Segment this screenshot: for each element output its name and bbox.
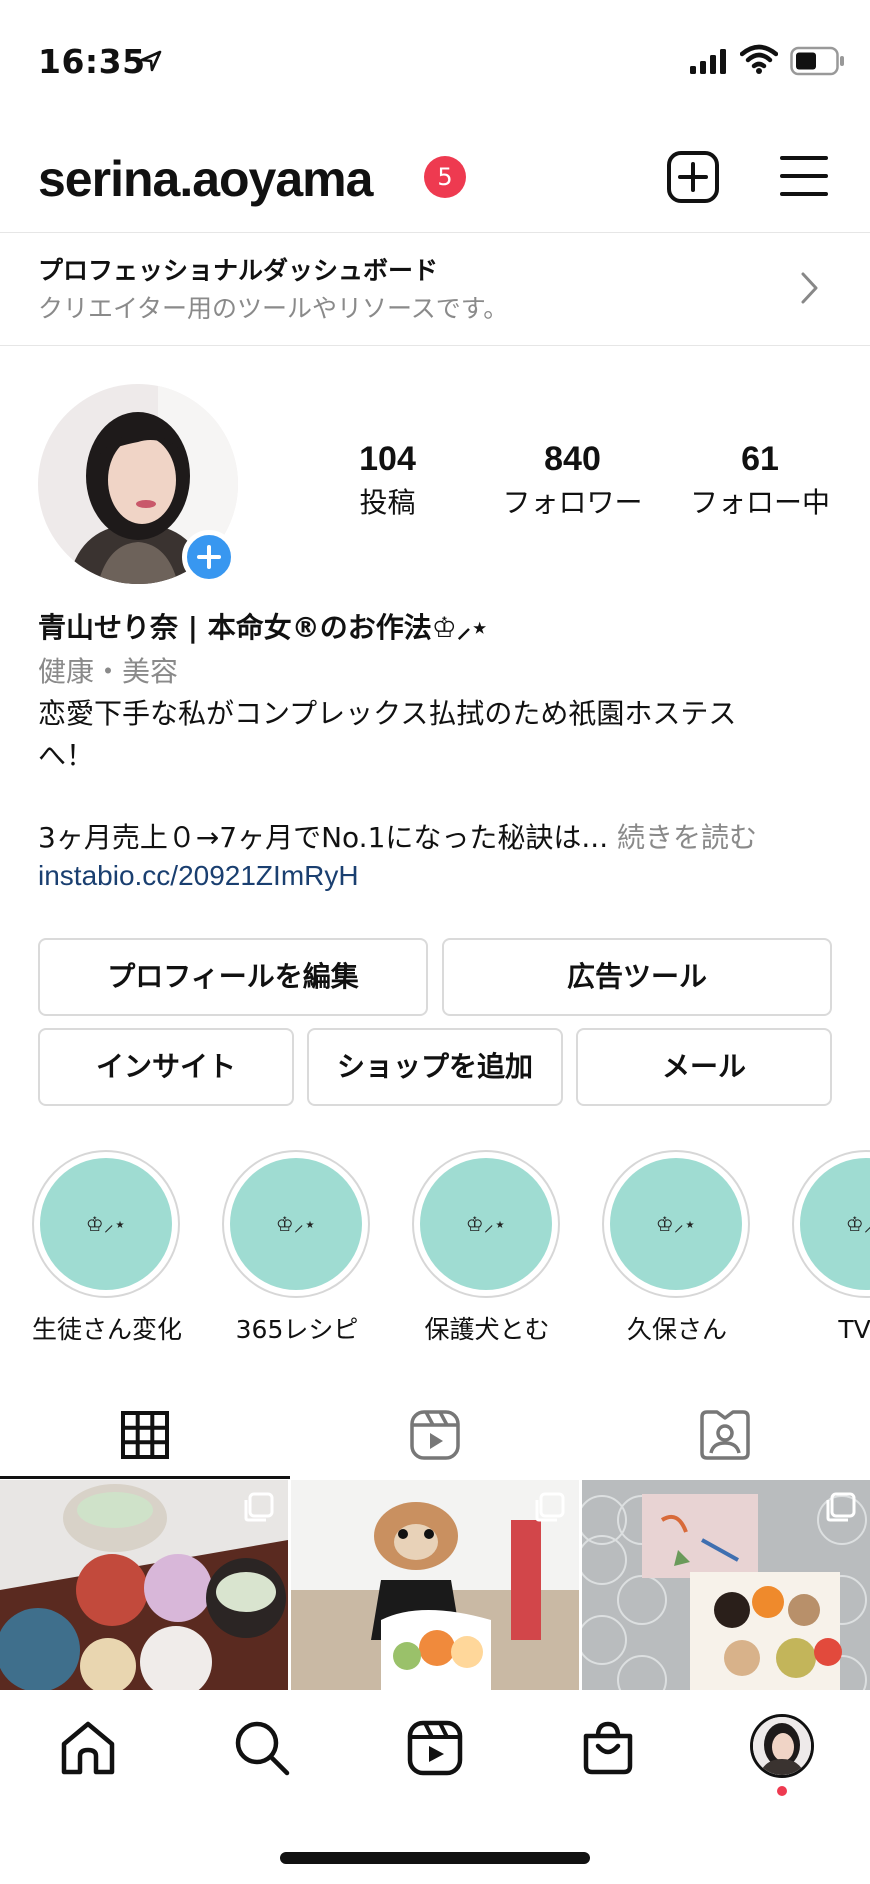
profile-category: 健康・美容 bbox=[38, 655, 179, 688]
location-arrow-icon bbox=[140, 50, 162, 72]
stat-label: フォロワー bbox=[502, 486, 643, 519]
bio-truncated-text: 3ヶ月売上０→7ヶ月でNo.1になった秘訣は... bbox=[38, 821, 609, 854]
highlight-label: 生徒さん変化 bbox=[32, 1315, 183, 1344]
followers-count[interactable]: 840 フォロワー bbox=[490, 440, 655, 521]
status-time: 16:35 bbox=[38, 42, 146, 81]
bio-text-line: 恋愛下手な私がコンプレックス払拭のため祇園ホステス bbox=[38, 697, 737, 730]
cellular-signal-icon bbox=[690, 49, 726, 74]
reels-nav-icon[interactable] bbox=[405, 1718, 465, 1778]
activity-dot bbox=[777, 1786, 787, 1796]
post-thumbnail[interactable] bbox=[291, 1480, 579, 1690]
highlight-cover: ♔⸝⋆ bbox=[610, 1158, 742, 1290]
story-highlight[interactable]: ♔⸝⋆ 保護犬とむ bbox=[412, 1150, 562, 1346]
wifi-icon bbox=[740, 44, 778, 74]
highlight-cover: ♔⸝⋆ bbox=[420, 1158, 552, 1290]
highlight-ring: ♔⸝⋆ bbox=[792, 1150, 870, 1298]
stat-value: 840 bbox=[544, 440, 601, 478]
post-thumbnail[interactable] bbox=[582, 1480, 870, 1690]
battery-icon bbox=[790, 46, 844, 76]
highlight-label: 保護犬とむ bbox=[424, 1315, 550, 1344]
highlight-label: 久保さん bbox=[626, 1315, 727, 1344]
multiple-photos-icon bbox=[826, 1492, 856, 1522]
status-bar: 16:35 bbox=[0, 0, 870, 120]
dashboard-title: プロフェッショナルダッシュボード bbox=[38, 256, 439, 285]
reels-icon bbox=[410, 1410, 460, 1460]
stat-label: フォロー中 bbox=[689, 486, 830, 519]
bio-website-link[interactable]: instabio.cc/20921ZImRyH bbox=[38, 860, 359, 892]
create-post-icon[interactable] bbox=[666, 150, 720, 204]
highlight-cover: ♔⸝⋆ bbox=[800, 1158, 870, 1290]
bottom-navigation bbox=[0, 1690, 870, 1810]
story-highlight[interactable]: ♔⸝⋆ TV出 bbox=[792, 1150, 870, 1340]
bio-text-line: 3ヶ月売上０→7ヶ月でNo.1になった秘訣は... 続きを読む bbox=[38, 816, 757, 856]
email-button[interactable]: メール bbox=[576, 1028, 832, 1106]
shop-bag-icon[interactable] bbox=[578, 1718, 638, 1778]
profile-avatar[interactable] bbox=[38, 384, 238, 584]
grid-icon bbox=[121, 1411, 169, 1459]
hamburger-menu-icon[interactable] bbox=[780, 152, 828, 200]
post-thumbnail[interactable] bbox=[0, 1480, 288, 1690]
tagged-person-icon bbox=[700, 1410, 750, 1460]
highlight-ring: ♔⸝⋆ bbox=[32, 1150, 180, 1298]
tab-tagged[interactable] bbox=[580, 1390, 870, 1480]
search-icon[interactable] bbox=[232, 1718, 292, 1778]
tab-reels[interactable] bbox=[290, 1390, 580, 1480]
stat-label: 投稿 bbox=[359, 486, 416, 519]
insights-button[interactable]: インサイト bbox=[38, 1028, 294, 1106]
story-highlight[interactable]: ♔⸝⋆ 365レシピ bbox=[222, 1150, 372, 1346]
bio-text-line: へ！ bbox=[38, 739, 95, 772]
edit-profile-button[interactable]: プロフィールを編集 bbox=[38, 938, 428, 1016]
notification-badge[interactable]: 5 bbox=[424, 156, 466, 198]
add-story-button[interactable] bbox=[182, 530, 236, 584]
highlight-label: 365レシピ bbox=[235, 1315, 359, 1344]
stat-value: 104 bbox=[359, 440, 416, 478]
profile-tab-avatar[interactable] bbox=[750, 1714, 814, 1778]
stat-value: 61 bbox=[741, 440, 779, 478]
highlight-ring: ♔⸝⋆ bbox=[412, 1150, 560, 1298]
dashboard-subtitle: クリエイター用のツールやリソースです。 bbox=[38, 294, 509, 323]
profile-content-tabs bbox=[0, 1390, 870, 1480]
highlight-cover: ♔⸝⋆ bbox=[230, 1158, 362, 1290]
chevron-right-icon bbox=[801, 272, 818, 304]
ad-tools-button[interactable]: 広告ツール bbox=[442, 938, 832, 1016]
active-tab-indicator bbox=[0, 1476, 290, 1479]
highlight-ring: ♔⸝⋆ bbox=[222, 1150, 370, 1298]
highlight-cover: ♔⸝⋆ bbox=[40, 1158, 172, 1290]
story-highlight[interactable]: ♔⸝⋆ 久保さん bbox=[602, 1150, 752, 1346]
username-switcher[interactable]: serina.aoyama bbox=[38, 150, 373, 208]
story-highlight[interactable]: ♔⸝⋆ 生徒さん変化 bbox=[32, 1150, 182, 1346]
home-icon[interactable] bbox=[58, 1718, 118, 1778]
posts-count[interactable]: 104 投稿 bbox=[330, 440, 445, 521]
display-name: 青山せり奈 | 本命女®のお作法♔⸝⋆ bbox=[38, 611, 489, 644]
highlight-ring: ♔⸝⋆ bbox=[602, 1150, 750, 1298]
highlight-label: TV出 bbox=[838, 1315, 870, 1340]
tab-posts-grid[interactable] bbox=[0, 1390, 290, 1480]
add-shop-button[interactable]: ショップを追加 bbox=[307, 1028, 563, 1106]
following-count[interactable]: 61 フォロー中 bbox=[680, 440, 840, 521]
multiple-photos-icon bbox=[244, 1492, 274, 1522]
read-more-link[interactable]: 続きを読む bbox=[617, 821, 757, 854]
posts-grid bbox=[0, 1480, 870, 1690]
profile-header: serina.aoyama 5 bbox=[0, 130, 870, 230]
plus-icon bbox=[197, 545, 221, 569]
multiple-photos-icon bbox=[535, 1492, 565, 1522]
professional-dashboard-link[interactable]: プロフェッショナルダッシュボード クリエイター用のツールやリソースです。 bbox=[0, 232, 870, 346]
home-indicator[interactable] bbox=[280, 1852, 590, 1864]
